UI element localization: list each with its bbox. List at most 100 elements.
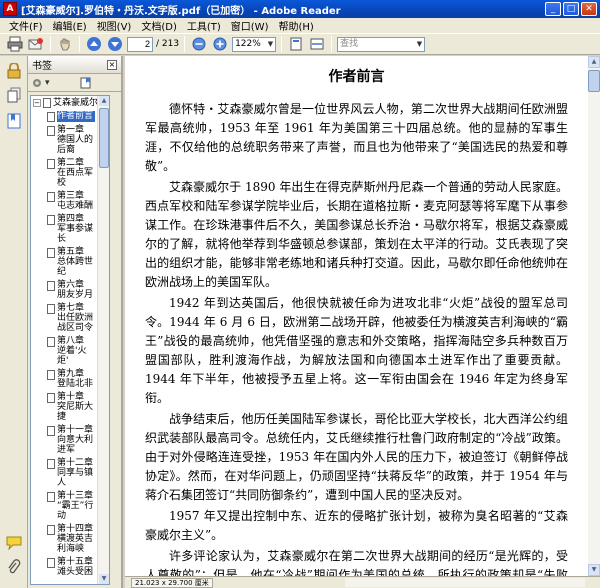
bookmarks-scrollbar[interactable]: ▲ ▼ xyxy=(97,96,109,584)
bookmarks-title: 书签 xyxy=(32,61,52,72)
document-icon xyxy=(47,492,55,502)
bookmark-item-label: 第十三章 “霸王”行动 xyxy=(57,491,94,521)
scroll-up-arrow[interactable]: ▲ xyxy=(99,96,109,106)
horizontal-scrollbar[interactable] xyxy=(345,578,585,587)
bookmarks-toolbar: ▾ xyxy=(28,74,121,92)
bookmarks-icon[interactable] xyxy=(5,112,23,130)
chevron-down-icon: ▼ xyxy=(416,39,423,48)
toolbar-separator xyxy=(331,36,333,52)
menu-edit[interactable]: 编辑(E) xyxy=(48,18,92,33)
gear-icon xyxy=(33,78,41,87)
options-button[interactable]: ▾ xyxy=(31,77,50,89)
document-icon xyxy=(47,525,55,535)
navigation-pane-strip xyxy=(0,56,28,588)
toolbar-separator xyxy=(184,36,186,52)
menu-tools[interactable]: 工具(T) xyxy=(182,18,226,33)
menu-file[interactable]: 文件(F) xyxy=(4,18,48,33)
document-icon xyxy=(47,192,55,202)
bookmark-item-label: 第六章 朋友岁月 xyxy=(57,280,94,300)
status-bar: 21.023 x 29.700 厘米 xyxy=(125,576,600,588)
document-icon xyxy=(47,215,55,225)
close-button[interactable]: ✕ xyxy=(581,2,597,16)
search-field[interactable]: 查找 ▼ xyxy=(337,36,426,52)
bookmark-item-label: 第十五章 滩头受困 xyxy=(57,557,94,577)
scroll-down-arrow[interactable]: ▼ xyxy=(588,564,600,576)
bookmarks-scroll-thumb[interactable] xyxy=(99,108,109,168)
document-viewport[interactable]: 作者前言 德怀特・艾森豪威尔曾是一位世界风云人物，第二次世界大战期间任欧洲盟军最… xyxy=(125,56,588,576)
paragraph: 战争结束后，他历任美国陆军参谋长，哥伦比亚大学校长，北大西洋公约组织武装部队最高… xyxy=(145,412,568,502)
document-icon xyxy=(47,112,55,122)
toolbar-separator xyxy=(281,36,283,52)
document-icon xyxy=(47,281,55,291)
document-icon xyxy=(43,98,51,108)
total-pages-label: / 213 xyxy=(156,39,180,49)
page-title: 作者前言 xyxy=(328,69,385,85)
menu-window[interactable]: 窗口(W) xyxy=(226,18,274,33)
bookmarks-panel: 书签 × ▾ − 艾森豪威尔 作者前言 第一章 德国人的后裔 第二章 在西点军校… xyxy=(28,56,123,588)
bookmark-item-label: 第十章 突尼斯大捷 xyxy=(57,392,94,422)
toolbar-separator xyxy=(79,36,80,52)
paragraph: 德怀特・艾森豪威尔曾是一位世界风云人物，第二次世界大战期间任欧洲盟军最高统帅，1… xyxy=(145,102,568,173)
bookmark-item-label: 第十二章 同享与镇人 xyxy=(57,458,94,488)
search-placeholder: 查找 xyxy=(340,38,359,49)
collapse-icon[interactable]: − xyxy=(33,99,41,107)
comment-icon[interactable] xyxy=(5,534,23,552)
bookmarks-tree[interactable]: − 艾森豪威尔 作者前言 第一章 德国人的后裔 第二章 在西点军校 第三章 屯志… xyxy=(30,95,110,585)
print-icon[interactable] xyxy=(6,35,24,53)
bookmark-item-label: 作者前言 xyxy=(57,111,95,122)
scroll-up-arrow[interactable]: ▲ xyxy=(588,56,600,68)
next-page-icon[interactable] xyxy=(106,35,124,53)
new-bookmark-button[interactable] xyxy=(80,77,92,89)
attachment-icon[interactable] xyxy=(5,558,23,576)
bookmarks-header: 书签 × xyxy=(28,56,121,74)
zoom-select[interactable]: 122% ▼ xyxy=(232,36,277,52)
pdf-page: 作者前言 德怀特・艾森豪威尔曾是一位世界风云人物，第二次世界大战期间任欧洲盟军最… xyxy=(125,56,588,576)
paragraph: 艾森豪威尔于 1890 年出生在得克萨斯州丹尼森一个普通的劳动人民家庭。西点军校… xyxy=(145,180,568,289)
document-icon xyxy=(47,459,55,469)
document-icon xyxy=(47,159,55,169)
options-chevron: ▾ xyxy=(45,77,50,88)
bookmark-item-label: 第八章 逆着'火炬' xyxy=(57,336,87,366)
bookmark-item-label: 第二章 在西点军校 xyxy=(57,158,94,188)
bookmark-item-label: 第九章 登陆北非 xyxy=(57,369,94,389)
document-scrollbar[interactable]: ▲ ▼ xyxy=(588,56,600,576)
zoom-value: 122% xyxy=(235,38,261,49)
document-icon xyxy=(47,558,55,568)
pages-icon[interactable] xyxy=(5,86,23,104)
document-scroll-thumb[interactable] xyxy=(588,70,600,92)
paragraph: 许多评论家认为，艾森豪威尔在第二次世界大战期间的经历“是光辉的，受人尊敬的”；但… xyxy=(145,549,568,576)
scroll-down-arrow[interactable]: ▼ xyxy=(99,574,109,584)
email-icon[interactable] xyxy=(27,35,45,53)
document-icon xyxy=(47,393,55,403)
fit-width-icon[interactable] xyxy=(308,35,326,53)
bookmark-item-label: 第七章 出任欧洲战区司令 xyxy=(57,303,94,333)
document-icon xyxy=(47,126,55,136)
bookmark-item-label: 第三章 屯志难酬 xyxy=(57,191,94,211)
menu-document[interactable]: 文档(D) xyxy=(136,18,182,33)
hand-tool-icon[interactable] xyxy=(56,35,74,53)
bookmark-item-label: 第四章 军事参谋长 xyxy=(57,214,94,244)
menu-view[interactable]: 视图(V) xyxy=(92,18,137,33)
previous-page-icon[interactable] xyxy=(85,35,103,53)
bookmark-item-label: 第一章 德国人的后裔 xyxy=(57,125,94,155)
toolbar: / 213 122% ▼ 查找 ▼ xyxy=(0,33,600,55)
menu-bar: 文件(F) 编辑(E) 视图(V) 文档(D) 工具(T) 窗口(W) 帮助(H… xyxy=(0,18,600,33)
minimize-button[interactable]: _ xyxy=(545,2,561,16)
fit-page-icon[interactable] xyxy=(287,35,305,53)
close-panel-button[interactable]: × xyxy=(107,59,117,70)
toolbar-separator xyxy=(50,36,51,52)
title-bar: A [艾森豪威尔].罗伯特・丹沃.文字版.pdf（已加密） - Adobe Re… xyxy=(0,0,600,18)
maximize-button[interactable]: □ xyxy=(563,2,579,16)
new-bookmark-icon xyxy=(80,77,91,88)
adobe-reader-icon: A xyxy=(3,2,17,16)
zoom-out-icon[interactable] xyxy=(190,35,208,53)
paragraph: 1942 年到达英国后，他很快就被任命为进攻北非“火炬”战役的盟军总司令。194… xyxy=(145,296,568,405)
zoom-in-icon[interactable] xyxy=(211,35,229,53)
menu-help[interactable]: 帮助(H) xyxy=(273,18,318,33)
bookmark-root-label: 艾森豪威尔 xyxy=(53,98,99,108)
page-number-input[interactable] xyxy=(127,36,153,52)
document-icon xyxy=(47,304,55,314)
document-icon xyxy=(47,426,55,436)
lock-icon[interactable] xyxy=(5,62,23,80)
chevron-down-icon: ▼ xyxy=(267,39,274,48)
